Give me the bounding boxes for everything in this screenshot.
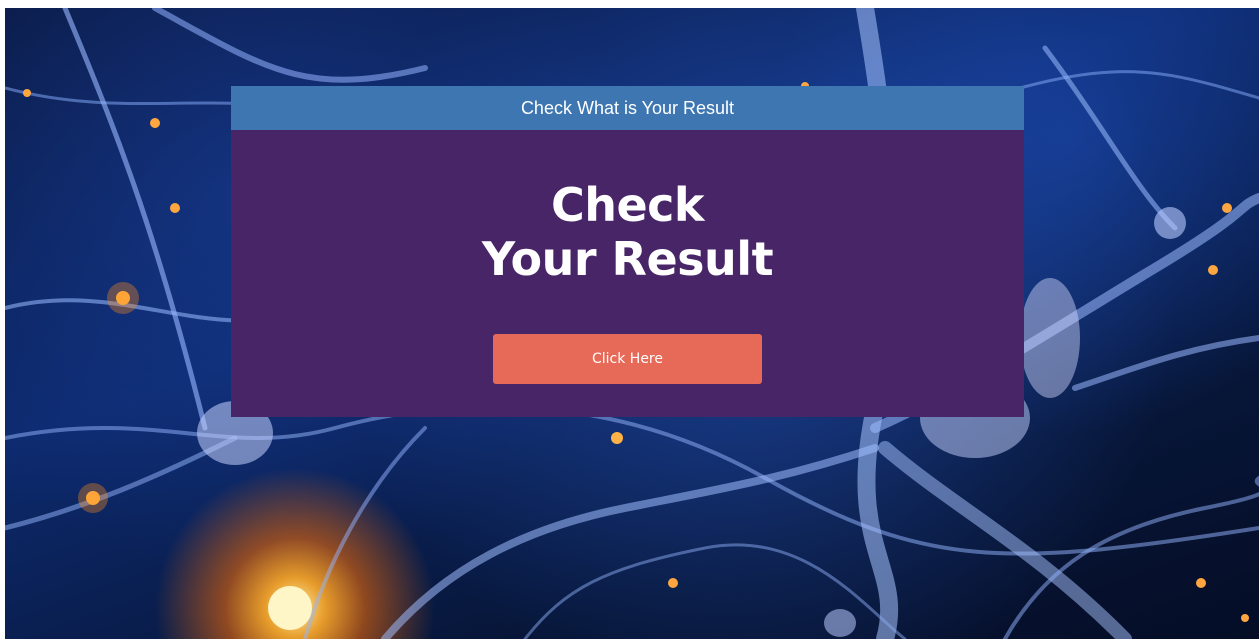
click-here-button[interactable]: Click Here [493,334,762,384]
hero-headline-line-1: Check [550,178,705,232]
page: Check What is Your Result Check Your Res… [0,0,1259,639]
result-card: Check What is Your Result Check Your Res… [231,86,1024,417]
banner-title: Check What is Your Result [231,86,1024,130]
hero-headline-line-2: Your Result [481,232,774,286]
hero-headline: Check Your Result [231,178,1024,286]
